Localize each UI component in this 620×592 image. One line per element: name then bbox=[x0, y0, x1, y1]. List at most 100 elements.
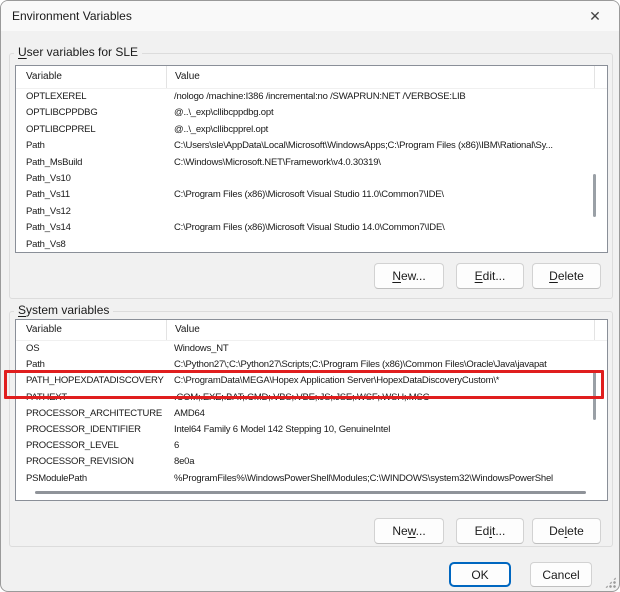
value-cell: Windows_NT bbox=[166, 341, 607, 357]
variable-cell: PROCESSOR_IDENTIFIER bbox=[16, 422, 166, 438]
table-header: Variable Value bbox=[16, 66, 607, 89]
variable-cell: PROCESSOR_REVISION bbox=[16, 454, 166, 470]
value-cell: %ProgramFiles%\WindowsPowerShell\Modules… bbox=[166, 471, 607, 487]
variable-cell: OPTLEXEREL bbox=[16, 89, 166, 105]
variable-cell: OS bbox=[16, 341, 166, 357]
close-icon: ✕ bbox=[589, 8, 601, 25]
table-header: Variable Value bbox=[16, 320, 607, 341]
table-row[interactable]: PROCESSOR_IDENTIFIERIntel64 Family 6 Mod… bbox=[16, 422, 607, 438]
vertical-scrollbar-thumb[interactable] bbox=[593, 372, 596, 420]
variable-cell: Path bbox=[16, 138, 166, 154]
mnemonic: S bbox=[18, 303, 26, 317]
value-cell: C:\Program Files (x86)\Microsoft Visual … bbox=[166, 220, 607, 236]
user-edit-button[interactable]: Edit... bbox=[456, 263, 524, 289]
variable-cell: PATHEXT bbox=[16, 390, 166, 406]
mnemonic: w bbox=[408, 524, 416, 538]
horizontal-scrollbar-thumb[interactable] bbox=[35, 491, 586, 494]
button-label: Delete bbox=[549, 524, 584, 538]
table-row[interactable]: Path_Vs10 bbox=[16, 171, 607, 187]
table-row[interactable]: PathC:\Python27\;C:\Python27\Scripts;C:\… bbox=[16, 357, 607, 373]
value-cell: Intel64 Family 6 Model 142 Stepping 10, … bbox=[166, 422, 607, 438]
table-row[interactable]: OPTLEXEREL/nologo /machine:I386 /increme… bbox=[16, 89, 607, 105]
value-cell: 6 bbox=[166, 438, 607, 454]
close-button[interactable]: ✕ bbox=[573, 1, 617, 31]
user-delete-button[interactable]: Delete bbox=[532, 263, 601, 289]
value-cell: C:\Users\sle\AppData\Local\Microsoft\Win… bbox=[166, 138, 607, 154]
variable-cell: Path_Vs12 bbox=[16, 204, 166, 220]
value-cell: C:\Program Files (x86)\Microsoft Visual … bbox=[166, 187, 607, 203]
value-cell: /nologo /machine:I386 /incremental:no /S… bbox=[166, 89, 607, 105]
table-row[interactable]: Path_Vs8 bbox=[16, 237, 607, 253]
variable-cell: Path_MsBuild bbox=[16, 155, 166, 171]
value-cell: .COM;.EXE;.BAT;.CMD;.VBS;.VBE;.JS;.JSE;.… bbox=[166, 390, 607, 406]
variable-cell: Path_Vs14 bbox=[16, 220, 166, 236]
mnemonic: U bbox=[18, 45, 27, 59]
system-new-button[interactable]: New... bbox=[374, 518, 444, 544]
table-row[interactable]: PATHEXT.COM;.EXE;.BAT;.CMD;.VBS;.VBE;.JS… bbox=[16, 390, 607, 406]
button-label: Edit... bbox=[475, 524, 506, 538]
table-row[interactable]: PathC:\Users\sle\AppData\Local\Microsoft… bbox=[16, 138, 607, 154]
column-header-variable[interactable]: Variable bbox=[16, 320, 166, 340]
environment-variables-dialog: Environment Variables ✕ User variables f… bbox=[0, 0, 620, 592]
button-label: Delete bbox=[549, 269, 584, 283]
variable-cell: Path_Vs8 bbox=[16, 237, 166, 253]
horizontal-scrollbar[interactable] bbox=[17, 490, 606, 500]
table-row[interactable]: OPTLIBCPPREL@..\_exp\cllibcpprel.opt bbox=[16, 122, 607, 138]
resize-grip-icon[interactable] bbox=[605, 577, 616, 588]
value-cell: @..\_exp\cllibcpprel.opt bbox=[166, 122, 607, 138]
variable-cell: Path_Vs10 bbox=[16, 171, 166, 187]
value-cell: C:\ProgramData\MEGA\Hopex Application Se… bbox=[166, 373, 607, 389]
value-cell: @..\_exp\cllibcppdbg.opt bbox=[166, 105, 607, 121]
system-variables-table[interactable]: Variable Value OSWindows_NTPathC:\Python… bbox=[15, 319, 608, 501]
table-rows: OPTLEXEREL/nologo /machine:I386 /increme… bbox=[16, 89, 607, 253]
variable-cell: PROCESSOR_ARCHITECTURE bbox=[16, 406, 166, 422]
table-row[interactable]: PSModulePath%ProgramFiles%\WindowsPowerS… bbox=[16, 471, 607, 487]
table-row[interactable]: PROCESSOR_REVISION8e0a bbox=[16, 454, 607, 470]
variable-cell: PATH_HOPEXDATADISCOVERY bbox=[16, 373, 166, 389]
value-cell: AMD64 bbox=[166, 406, 607, 422]
window-title: Environment Variables bbox=[12, 9, 132, 23]
table-row[interactable]: OPTLIBCPPDBG@..\_exp\cllibcppdbg.opt bbox=[16, 105, 607, 121]
ok-button[interactable]: OK bbox=[449, 562, 511, 587]
system-variables-label: System variables bbox=[14, 303, 113, 318]
variable-cell: OPTLIBCPPREL bbox=[16, 122, 166, 138]
table-row[interactable]: Path_Vs14C:\Program Files (x86)\Microsof… bbox=[16, 220, 607, 236]
variable-cell: OPTLIBCPPDBG bbox=[16, 105, 166, 121]
table-row[interactable]: PROCESSOR_ARCHITECTUREAMD64 bbox=[16, 406, 607, 422]
cancel-button[interactable]: Cancel bbox=[530, 562, 592, 587]
variable-cell: PROCESSOR_LEVEL bbox=[16, 438, 166, 454]
value-cell bbox=[166, 171, 607, 187]
table-row[interactable]: Path_Vs12 bbox=[16, 204, 607, 220]
table-rows: OSWindows_NTPathC:\Python27\;C:\Python27… bbox=[16, 341, 607, 501]
table-row[interactable]: PROCESSOR_LEVEL6 bbox=[16, 438, 607, 454]
variable-cell: PSModulePath bbox=[16, 471, 166, 487]
user-variables-label: User variables for SLE bbox=[14, 45, 142, 60]
table-row[interactable]: OSWindows_NT bbox=[16, 341, 607, 357]
variable-cell: Path bbox=[16, 357, 166, 373]
button-label: New... bbox=[392, 269, 425, 283]
label-part: ser variables for SLE bbox=[27, 45, 138, 59]
system-delete-button[interactable]: Delete bbox=[532, 518, 601, 544]
button-label: Edit... bbox=[475, 269, 506, 283]
label-part: ystem variables bbox=[26, 303, 109, 317]
value-cell bbox=[166, 204, 607, 220]
value-cell: C:\Python27\;C:\Python27\Scripts;C:\Prog… bbox=[166, 357, 607, 373]
column-header-value[interactable]: Value bbox=[166, 320, 595, 340]
table-row[interactable]: Path_Vs11C:\Program Files (x86)\Microsof… bbox=[16, 187, 607, 203]
value-cell: 8e0a bbox=[166, 454, 607, 470]
value-cell: C:\Windows\Microsoft.NET\Framework\v4.0.… bbox=[166, 155, 607, 171]
user-new-button[interactable]: New... bbox=[374, 263, 444, 289]
table-row[interactable]: Path_MsBuildC:\Windows\Microsoft.NET\Fra… bbox=[16, 155, 607, 171]
mnemonic: N bbox=[392, 269, 401, 283]
value-cell bbox=[166, 237, 607, 253]
column-header-variable[interactable]: Variable bbox=[16, 66, 166, 88]
mnemonic: D bbox=[549, 269, 558, 283]
vertical-scrollbar-thumb[interactable] bbox=[593, 174, 596, 217]
column-header-value[interactable]: Value bbox=[166, 66, 595, 88]
title-bar[interactable]: Environment Variables ✕ bbox=[1, 1, 619, 31]
button-label: New... bbox=[392, 524, 425, 538]
variable-cell: Path_Vs11 bbox=[16, 187, 166, 203]
user-variables-table[interactable]: Variable Value OPTLEXEREL/nologo /machin… bbox=[15, 65, 608, 253]
table-row[interactable]: PATH_HOPEXDATADISCOVERYC:\ProgramData\ME… bbox=[16, 373, 607, 389]
system-edit-button[interactable]: Edit... bbox=[456, 518, 524, 544]
